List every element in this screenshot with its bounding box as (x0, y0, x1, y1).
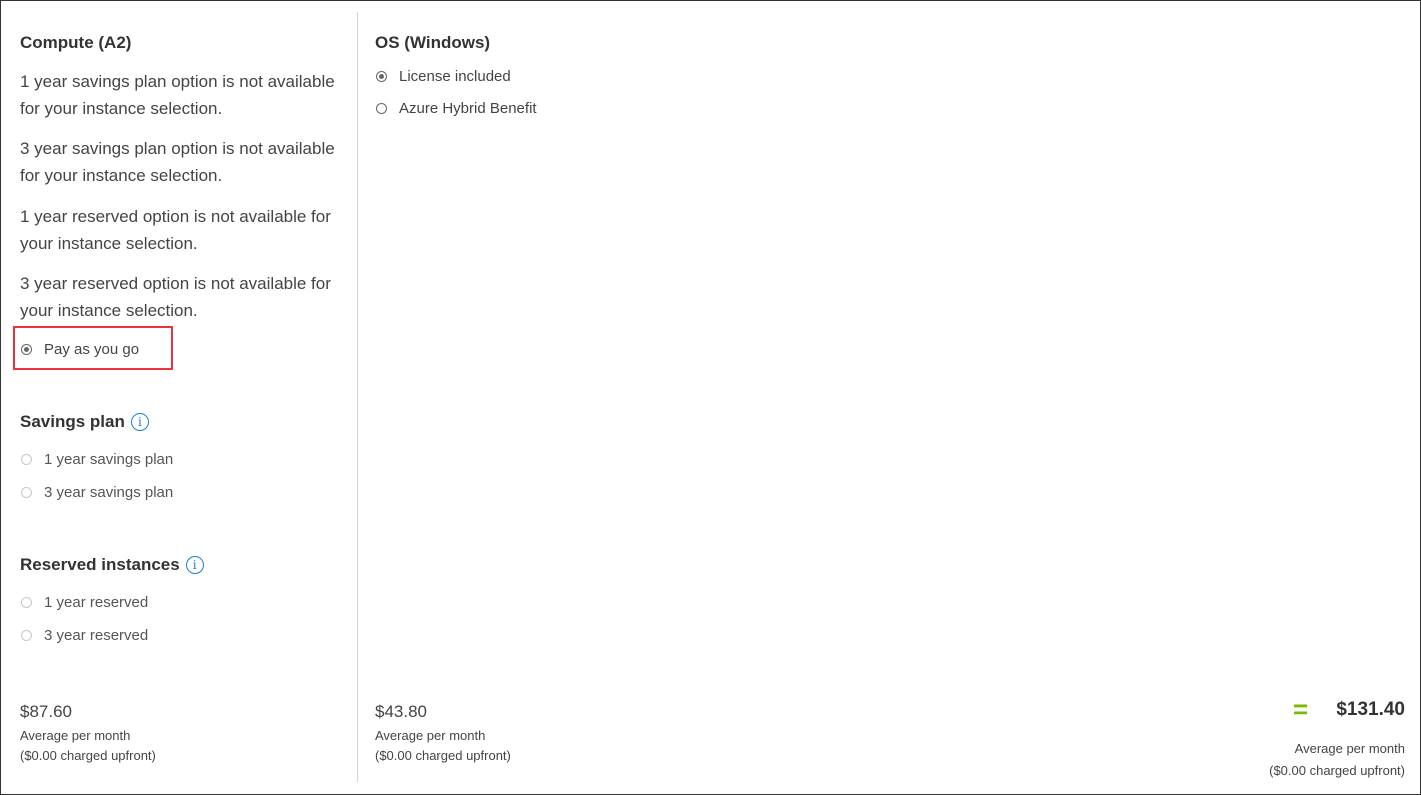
reserved-3yr-label: 3 year reserved (44, 627, 149, 644)
savings-1yr-label: 1 year savings plan (44, 451, 174, 468)
savings-1yr-option[interactable]: 1 year savings plan (21, 451, 173, 468)
os-license-label: License included (399, 68, 511, 85)
reserved-3yr-radio[interactable] (21, 630, 32, 641)
os-license-option[interactable]: License included (376, 68, 511, 85)
savings-3yr-option[interactable]: 3 year savings plan (21, 484, 173, 501)
info-icon[interactable]: i (130, 413, 149, 431)
total-caption: Average per month (1294, 741, 1405, 756)
reserved-1yr-radio[interactable] (21, 597, 32, 608)
os-license-radio[interactable] (376, 71, 387, 82)
payg-option[interactable]: Pay as you go (21, 341, 139, 358)
reserved-1yr-label: 1 year reserved (44, 594, 149, 611)
os-price-caption: Average per month (375, 728, 486, 743)
savings-plan-heading: Savings plan i (20, 412, 149, 432)
os-price: $43.80 (375, 702, 427, 721)
equals-sign: = (1293, 694, 1309, 724)
note-1yr-savings: 1 year savings plan option is not availa… (20, 72, 335, 118)
note-1yr-reserved: 1 year reserved option is not available … (20, 207, 331, 253)
os-ahb-option[interactable]: Azure Hybrid Benefit (376, 100, 537, 117)
note-3yr-reserved: 3 year reserved option is not available … (20, 274, 331, 320)
savings-1yr-radio[interactable] (21, 454, 32, 465)
reserved-1yr-option[interactable]: 1 year reserved (21, 594, 148, 611)
payg-label: Pay as you go (44, 341, 140, 358)
savings-plan-heading-text: Savings plan (20, 412, 125, 431)
os-upfront: ($0.00 charged upfront) (375, 748, 511, 763)
compute-upfront: ($0.00 charged upfront) (20, 748, 156, 763)
compute-price-caption: Average per month (20, 728, 131, 743)
reserved-3yr-option[interactable]: 3 year reserved (21, 627, 148, 644)
os-ahb-radio[interactable] (376, 103, 387, 114)
savings-3yr-label: 3 year savings plan (44, 484, 174, 501)
os-heading: OS (Windows) (375, 33, 491, 52)
compute-price: $87.60 (20, 702, 72, 721)
payg-radio[interactable] (21, 344, 32, 355)
compute-heading: Compute (A2) (20, 33, 132, 52)
total-upfront: ($0.00 charged upfront) (1269, 763, 1405, 778)
savings-3yr-radio[interactable] (21, 487, 32, 498)
reserved-heading: Reserved instances i (20, 555, 204, 575)
total-price: $131.40 (1336, 699, 1405, 720)
os-ahb-label: Azure Hybrid Benefit (399, 100, 537, 117)
info-icon[interactable]: i (185, 556, 204, 574)
note-3yr-savings: 3 year savings plan option is not availa… (20, 139, 335, 185)
reserved-heading-text: Reserved instances (20, 555, 180, 574)
column-divider (357, 12, 358, 782)
